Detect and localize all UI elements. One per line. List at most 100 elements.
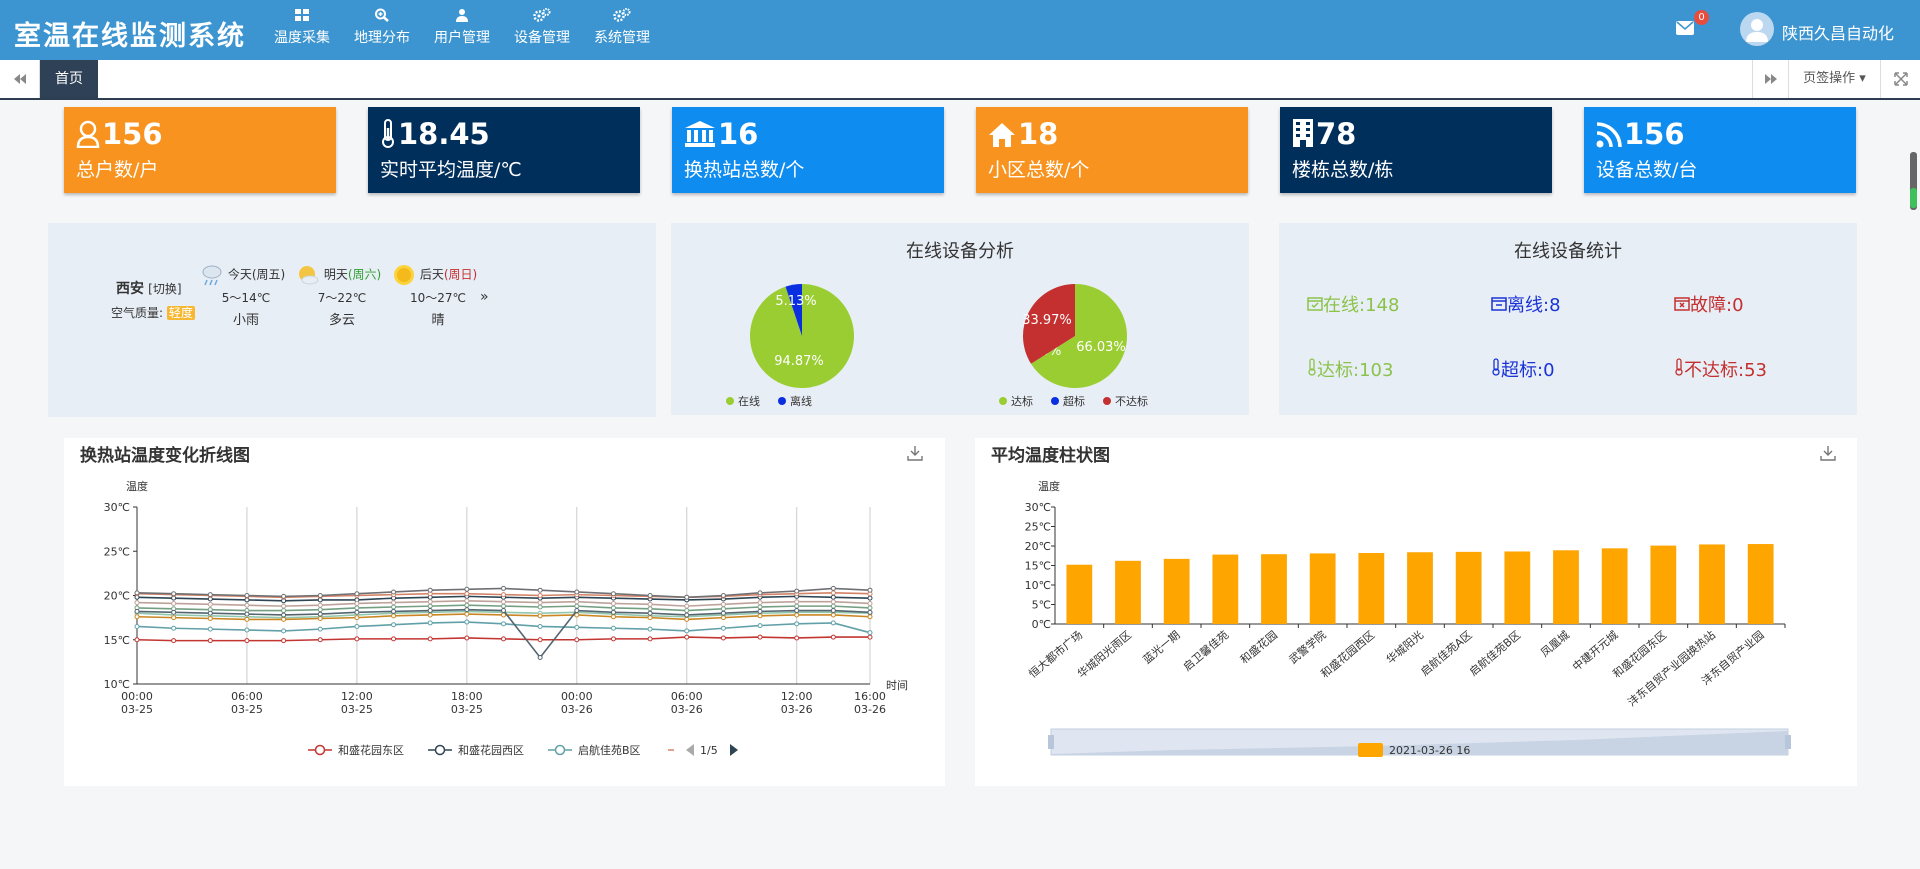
bar xyxy=(1747,544,1774,624)
y-tick-label: 0℃ xyxy=(1032,618,1051,631)
x-tick-label: 启航佳苑B区 xyxy=(1466,628,1523,679)
air-quality-badge: 轻度 xyxy=(166,306,195,320)
series-point xyxy=(171,615,177,621)
stat-card-households: 156 总户数/户 xyxy=(64,107,336,193)
nav-device-management[interactable]: 设备管理 xyxy=(502,8,582,47)
user-name[interactable]: 陕西久昌自动化 xyxy=(1782,20,1894,44)
x-tick-label: 蓝光一期 xyxy=(1140,628,1183,667)
legend-marker xyxy=(314,744,326,756)
tab-bar: 首页 页签操作 ▾ xyxy=(0,60,1920,100)
x-tick-label: 06:00 xyxy=(671,690,703,703)
page-scrollbar-indicator xyxy=(1910,188,1917,208)
fullscreen-button[interactable] xyxy=(1880,60,1920,98)
series-point xyxy=(391,604,397,610)
legend-marker xyxy=(726,397,734,405)
nav-temperature-collect[interactable]: 温度采集 xyxy=(262,8,342,47)
series-point xyxy=(134,600,140,606)
x-tick-label: 18:00 xyxy=(451,690,483,703)
bar xyxy=(1358,553,1385,624)
series-point xyxy=(830,594,836,600)
legend-next-icon[interactable] xyxy=(730,744,738,756)
x-tick-label: 中建开元城 xyxy=(1569,628,1620,674)
series-point xyxy=(537,593,543,598)
tab-operations-dropdown[interactable]: 页签操作 ▾ xyxy=(1788,60,1880,98)
series-point xyxy=(501,585,506,591)
nav-system-management[interactable]: 系统管理 xyxy=(582,8,662,47)
series-point xyxy=(244,616,250,622)
nav-user-management[interactable]: 用户管理 xyxy=(422,8,502,47)
series-point xyxy=(574,589,580,595)
legend-marker xyxy=(1051,397,1059,405)
series-point xyxy=(830,634,836,640)
series-point xyxy=(647,606,653,612)
weather-desc: 多云 xyxy=(328,313,355,328)
series-point xyxy=(684,612,690,618)
legend-marker xyxy=(434,744,446,756)
series-point xyxy=(830,620,836,626)
avatar[interactable] xyxy=(1740,12,1774,46)
zoom-handle-left[interactable] xyxy=(1048,735,1054,749)
series-point xyxy=(794,612,800,618)
series-point xyxy=(684,616,690,622)
user-icon xyxy=(76,120,100,149)
series-point xyxy=(720,601,726,607)
series-point xyxy=(317,607,323,613)
legend-label: 离线 xyxy=(790,394,812,408)
y-tick-label: 15℃ xyxy=(104,634,130,647)
series-point xyxy=(574,637,580,643)
weather-switch-link[interactable]: [切换] xyxy=(148,282,181,296)
mail-count-badge: 0 xyxy=(1694,10,1709,25)
x-tick-label: 06:00 xyxy=(231,690,263,703)
y-axis-label: 温度 xyxy=(126,479,148,493)
weather-temp: 7～22℃ xyxy=(317,291,367,305)
series-point xyxy=(647,626,653,632)
y-tick-label: 20℃ xyxy=(1025,540,1051,553)
legend-marker xyxy=(554,744,566,756)
series-point xyxy=(867,614,873,620)
x-tick-label: 03-25 xyxy=(121,703,153,716)
nav-geo-distribution[interactable]: 地理分布 xyxy=(342,8,422,47)
series-point xyxy=(610,600,616,606)
x-tick-label: 华城阳光雨区 xyxy=(1074,628,1134,681)
series-point xyxy=(171,600,177,606)
stat-label: 楼栋总数/栋 xyxy=(1292,159,1394,181)
series-point xyxy=(794,603,800,609)
y-tick-label: 10℃ xyxy=(1025,579,1051,592)
series-point xyxy=(427,587,433,593)
series-point xyxy=(794,635,800,641)
tab-next-button[interactable] xyxy=(1752,60,1788,98)
legend-marker xyxy=(778,397,786,405)
rss-icon xyxy=(1596,122,1622,148)
series-point xyxy=(244,602,250,608)
rain-cloud-icon xyxy=(202,265,222,286)
legend-prev-icon[interactable] xyxy=(686,744,694,756)
legend-label: 超标 xyxy=(1063,394,1085,408)
series-point xyxy=(537,654,543,660)
series-point xyxy=(427,599,433,605)
series-point xyxy=(720,606,726,612)
zoom-handle-right[interactable] xyxy=(1785,735,1791,749)
series-point xyxy=(317,593,323,598)
series-point xyxy=(427,620,433,626)
tab-prev-button[interactable] xyxy=(0,60,40,98)
legend-label: 2021-03-26 16 xyxy=(1389,744,1470,757)
series-point xyxy=(867,634,873,640)
weather-city: 西安 xyxy=(116,281,144,297)
calendar-minus-icon xyxy=(1491,297,1507,311)
envelope-icon[interactable] xyxy=(1676,21,1694,35)
tab-home[interactable]: 首页 xyxy=(40,60,98,98)
series-point xyxy=(501,636,506,642)
stat-online-label: 在线:148 xyxy=(1323,295,1400,316)
series-point xyxy=(684,603,690,609)
series-point xyxy=(867,595,873,601)
weather-day-name: 后天 xyxy=(419,267,444,282)
series-point xyxy=(830,585,836,591)
series-point xyxy=(610,605,616,611)
weather-more-button[interactable]: » xyxy=(480,289,489,305)
series-point xyxy=(354,609,360,615)
y-tick-label: 25℃ xyxy=(104,545,130,558)
series-point xyxy=(354,636,360,642)
series-point xyxy=(427,603,433,609)
stat-value: 156 xyxy=(102,117,163,151)
x-tick-label: 03-25 xyxy=(231,703,263,716)
